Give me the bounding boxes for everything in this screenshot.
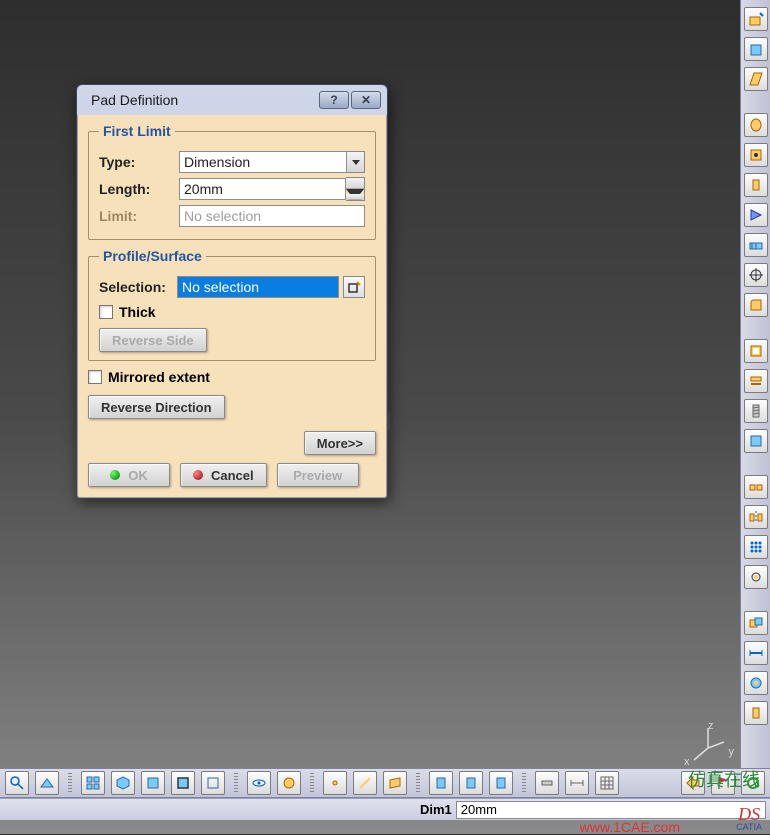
constraint-icon[interactable] — [535, 771, 559, 795]
dialog-titlebar[interactable]: Pad Definition ? ✕ — [77, 85, 387, 115]
first-limit-group: First Limit Type: Dimension Length: 20mm… — [88, 123, 376, 240]
site-name: 仿真在线 — [688, 766, 760, 792]
shading-edges-icon[interactable] — [171, 771, 195, 795]
fit-all-icon[interactable] — [81, 771, 105, 795]
credit-url: www.1CAE.com — [580, 819, 680, 835]
reverse-direction-button[interactable]: Reverse Direction — [88, 395, 225, 419]
tool-remove-face-icon[interactable] — [744, 429, 768, 453]
mirrored-extent-label: Mirrored extent — [108, 369, 210, 385]
tool-thread-icon[interactable] — [744, 399, 768, 423]
tool-analysis-icon[interactable] — [744, 671, 768, 695]
toolbar-grip[interactable] — [416, 773, 420, 793]
point-icon[interactable] — [323, 771, 347, 795]
more-button[interactable]: More>> — [304, 431, 376, 455]
constraint-dim-icon[interactable] — [565, 771, 589, 795]
thick-checkbox[interactable] — [99, 305, 113, 319]
spinner-up-icon[interactable] — [346, 178, 364, 189]
profile-surface-group: Profile/Surface Selection: No selection … — [88, 248, 376, 361]
toolbar-spacer — [744, 595, 768, 605]
hide-show-icon[interactable] — [247, 771, 271, 795]
tool-translate-icon[interactable] — [744, 475, 768, 499]
chevron-down-icon — [352, 160, 360, 165]
tool-thickness-icon[interactable] — [744, 369, 768, 393]
swap-icon[interactable] — [277, 771, 301, 795]
selection-field[interactable]: No selection — [177, 276, 339, 298]
type-label: Type: — [99, 154, 179, 170]
spinner-down-icon[interactable] — [346, 189, 364, 200]
right-toolbar — [740, 0, 770, 770]
length-spinner[interactable] — [346, 177, 365, 201]
tool-scaling-icon[interactable] — [744, 565, 768, 589]
catia-logo: DSCATIA — [736, 805, 762, 832]
tool-drafted-icon[interactable] — [744, 67, 768, 91]
ok-dot-icon — [110, 470, 120, 480]
reverse-side-button: Reverse Side — [99, 328, 207, 352]
wireframe-icon[interactable] — [201, 771, 225, 795]
ok-button: OK — [88, 463, 170, 487]
sketch-button[interactable] — [343, 276, 365, 298]
iso-view-icon[interactable] — [111, 771, 135, 795]
geoset-icon[interactable] — [459, 771, 483, 795]
tool-sketch-icon[interactable] — [744, 7, 768, 31]
tool-shell-icon[interactable] — [744, 339, 768, 363]
tool-shaft-icon[interactable] — [744, 113, 768, 137]
mirrored-extent-checkbox[interactable] — [88, 370, 102, 384]
magnify-icon[interactable] — [5, 771, 29, 795]
status-dim-field[interactable]: 20mm — [456, 801, 766, 819]
tool-material-icon[interactable] — [744, 701, 768, 725]
tool-cylinder-icon[interactable] — [744, 173, 768, 197]
body-icon[interactable] — [429, 771, 453, 795]
limit-label: Limit: — [99, 208, 179, 224]
fly-icon[interactable] — [35, 771, 59, 795]
toolbar-grip[interactable] — [310, 773, 314, 793]
sketch-icon — [347, 280, 361, 294]
profile-surface-legend: Profile/Surface — [99, 248, 206, 264]
pad-definition-dialog: Pad Definition ? ✕ First Limit Type: Dim… — [76, 84, 388, 499]
tool-multisection-icon[interactable] — [744, 233, 768, 257]
limit-field: No selection — [179, 205, 365, 227]
toolbar-grip[interactable] — [68, 773, 72, 793]
type-dropdown[interactable]: Dimension — [179, 151, 347, 173]
close-button[interactable]: ✕ — [351, 91, 381, 109]
toolbar-spacer — [744, 323, 768, 333]
axis-triad: zyx — [690, 724, 730, 764]
ordered-geoset-icon[interactable] — [489, 771, 513, 795]
first-limit-legend: First Limit — [99, 123, 175, 139]
status-bar: Dim1 20mm — [0, 798, 770, 820]
shading-icon[interactable] — [141, 771, 165, 795]
tool-pattern-icon[interactable] — [744, 535, 768, 559]
help-button[interactable]: ? — [319, 91, 349, 109]
preview-button: Preview — [277, 463, 359, 487]
type-dropdown-button[interactable] — [347, 151, 365, 173]
bottom-toolbar — [0, 768, 770, 798]
toolbar-spacer — [744, 97, 768, 107]
tool-fillet-icon[interactable] — [744, 293, 768, 317]
tool-pad-icon[interactable] — [744, 37, 768, 61]
toolbar-grip[interactable] — [522, 773, 526, 793]
cancel-dot-icon — [193, 470, 203, 480]
dialog-title: Pad Definition — [91, 92, 317, 108]
length-field[interactable]: 20mm — [179, 178, 346, 200]
tool-mirror-icon[interactable] — [744, 505, 768, 529]
thick-label: Thick — [119, 304, 156, 320]
status-dim-label: Dim1 — [420, 802, 452, 817]
grid-icon[interactable] — [595, 771, 619, 795]
tool-hole-icon[interactable] — [744, 143, 768, 167]
plane-icon[interactable] — [383, 771, 407, 795]
dialog-body: First Limit Type: Dimension Length: 20mm… — [77, 115, 387, 498]
cancel-button[interactable]: Cancel — [180, 463, 267, 487]
tool-measure-icon[interactable] — [744, 641, 768, 665]
tool-rib-icon[interactable] — [744, 203, 768, 227]
toolbar-spacer — [744, 459, 768, 469]
tool-crosshair-icon[interactable] — [744, 263, 768, 287]
length-label: Length: — [99, 181, 179, 197]
toolbar-grip[interactable] — [234, 773, 238, 793]
selection-label: Selection: — [99, 279, 177, 295]
line-icon[interactable] — [353, 771, 377, 795]
tool-boolean-icon[interactable] — [744, 611, 768, 635]
